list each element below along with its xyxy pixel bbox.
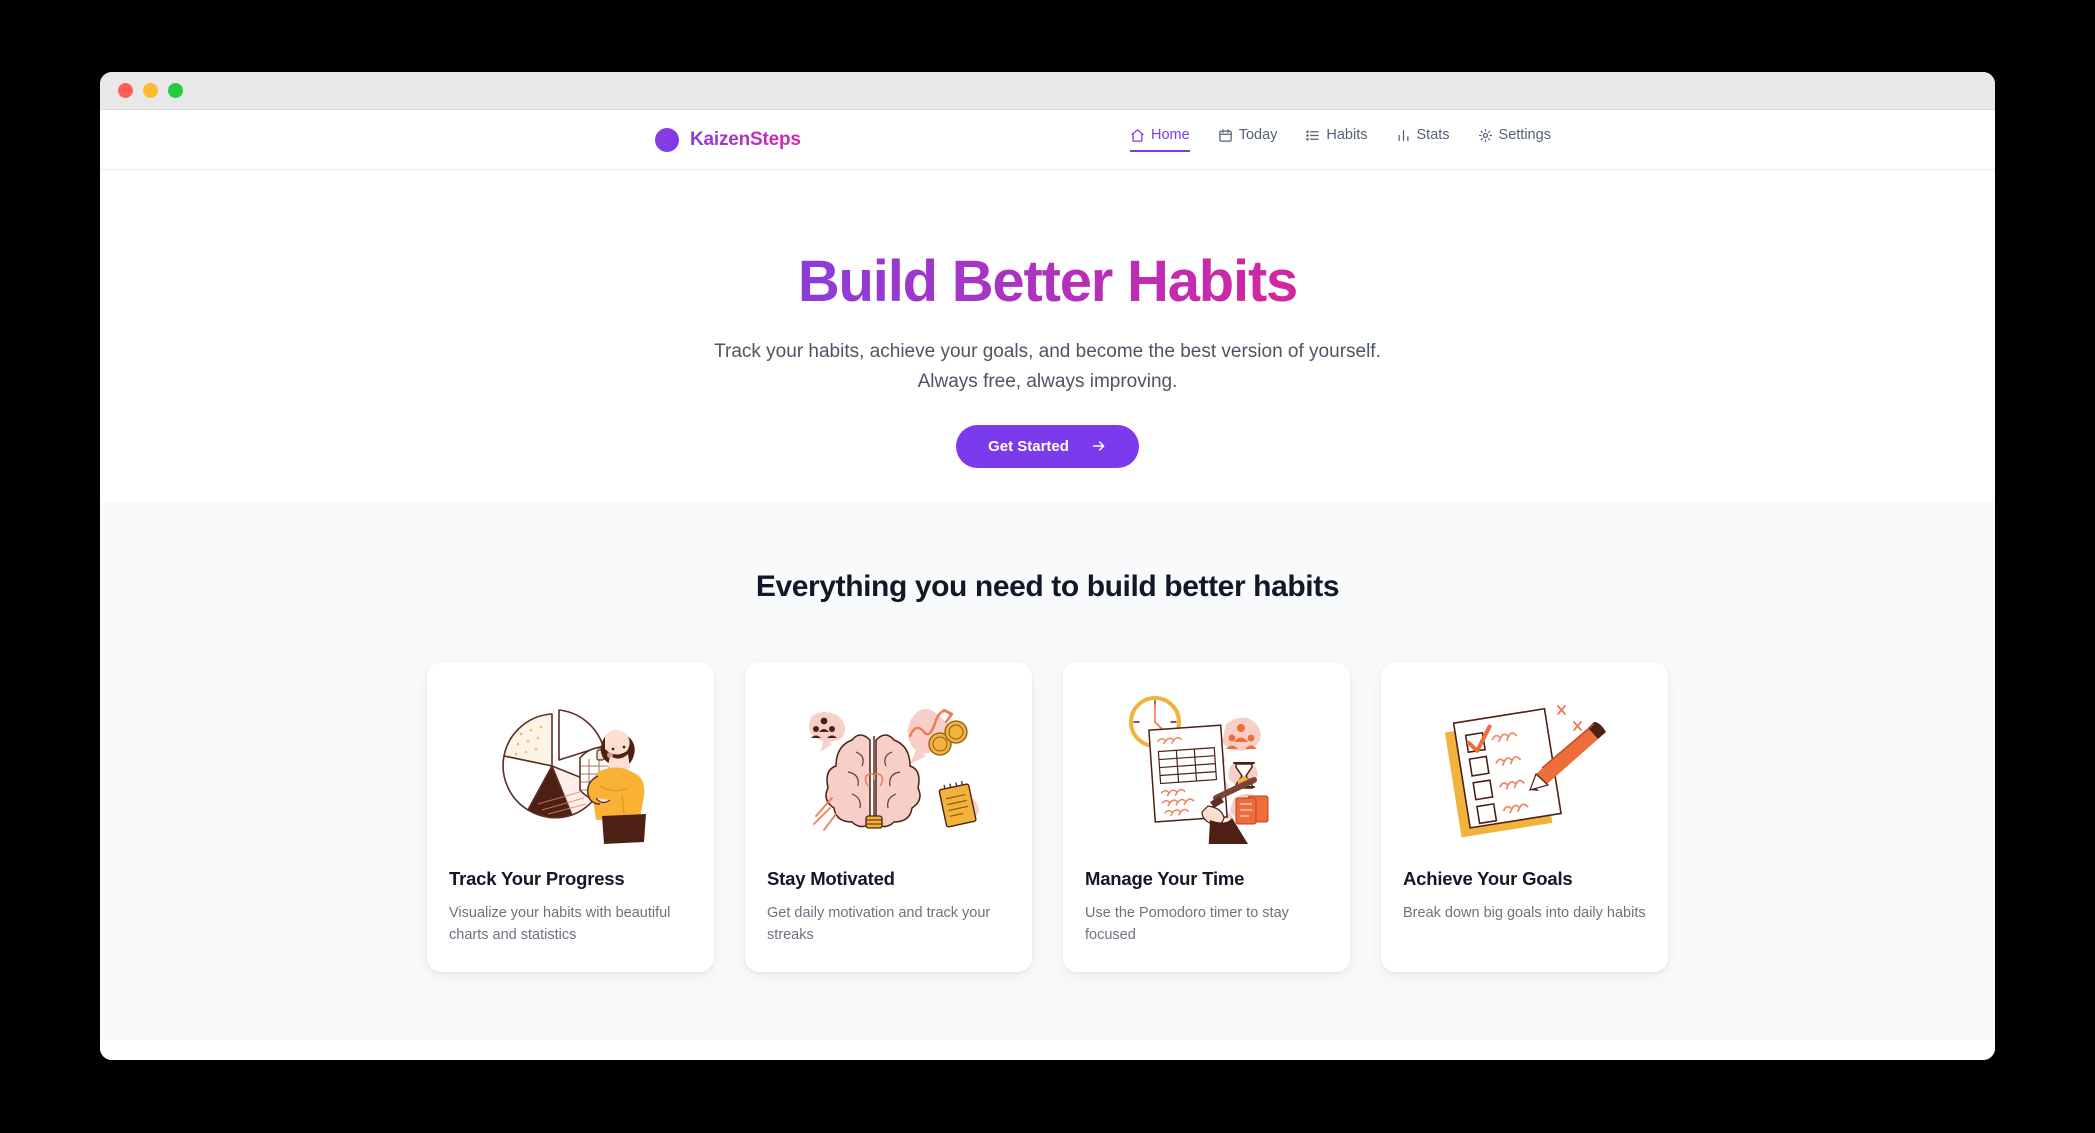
home-icon bbox=[1130, 128, 1145, 143]
feature-card-track-progress[interactable]: Track Your Progress Visualize your habit… bbox=[427, 662, 714, 972]
feature-card-title: Stay Motivated bbox=[767, 868, 895, 889]
window-titlebar bbox=[100, 72, 1995, 110]
screen: KaizenSteps Home Today Habits Stats Sett… bbox=[0, 0, 2095, 1133]
nav-label-stats: Stats bbox=[1416, 127, 1450, 143]
feature-card-manage-time[interactable]: Manage Your Time Use the Pomodoro timer … bbox=[1063, 662, 1350, 972]
nav-label-habits: Habits bbox=[1326, 127, 1368, 143]
bar-chart-icon bbox=[1396, 128, 1411, 143]
nav-label-today: Today bbox=[1238, 127, 1278, 143]
feature-card-description: Visualize your habits with beautiful cha… bbox=[449, 905, 671, 944]
nav-item-stats[interactable]: Stats bbox=[1396, 127, 1450, 152]
nav-label-settings: Settings bbox=[1498, 127, 1551, 143]
maximize-window-button[interactable] bbox=[168, 83, 183, 98]
pie-chart-person-illustration bbox=[449, 684, 692, 854]
close-window-button[interactable] bbox=[118, 83, 133, 98]
brain-motivation-illustration bbox=[767, 684, 1010, 854]
checklist-pencil-illustration bbox=[1403, 684, 1646, 854]
get-started-label: Get Started bbox=[988, 437, 1069, 455]
get-started-button[interactable]: Get Started bbox=[956, 424, 1139, 468]
main-nav: Home Today Habits Stats Settings bbox=[1130, 127, 1551, 152]
nav-item-settings[interactable]: Settings bbox=[1478, 127, 1551, 152]
feature-card-title: Track Your Progress bbox=[449, 868, 625, 889]
page-title: Build Better Habits bbox=[797, 249, 1298, 314]
nav-item-today[interactable]: Today bbox=[1218, 127, 1278, 152]
calendar-icon bbox=[1218, 128, 1233, 143]
feature-card-stay-motivated[interactable]: Stay Motivated Get daily motivation and … bbox=[745, 662, 1032, 972]
list-icon bbox=[1305, 128, 1320, 143]
nav-label-home: Home bbox=[1151, 127, 1190, 143]
feature-card-description: Get daily motivation and track your stre… bbox=[767, 905, 991, 944]
hero-subtitle-line1: Track your habits, achieve your goals, a… bbox=[714, 340, 1381, 362]
arrow-right-icon bbox=[1091, 438, 1107, 454]
feature-card-description: Break down big goals into daily habits bbox=[1403, 905, 1646, 921]
page-footer-strip bbox=[100, 1040, 1995, 1060]
feature-card-list: Track Your Progress Visualize your habit… bbox=[100, 662, 1995, 972]
feature-card-achieve-goals[interactable]: Achieve Your Goals Break down big goals … bbox=[1381, 662, 1668, 972]
gear-icon bbox=[1478, 128, 1493, 143]
hero-section: Build Better Habits Track your habits, a… bbox=[100, 170, 1995, 502]
circle-logo-icon bbox=[655, 127, 679, 152]
nav-item-home[interactable]: Home bbox=[1130, 127, 1190, 152]
brand-logo[interactable]: KaizenSteps bbox=[655, 127, 801, 152]
features-section: Everything you need to build better habi… bbox=[100, 502, 1995, 1040]
browser-window: KaizenSteps Home Today Habits Stats Sett… bbox=[100, 72, 1995, 1060]
nav-item-habits[interactable]: Habits bbox=[1305, 127, 1368, 152]
hero-subtitle: Track your habits, achieve your goals, a… bbox=[714, 337, 1381, 397]
hero-subtitle-line2: Always free, always improving. bbox=[917, 370, 1178, 392]
feature-card-title: Manage Your Time bbox=[1085, 868, 1245, 889]
brand-name: KaizenSteps bbox=[690, 128, 801, 150]
clock-schedule-illustration bbox=[1085, 684, 1328, 854]
features-heading: Everything you need to build better habi… bbox=[755, 570, 1340, 603]
page-viewport: KaizenSteps Home Today Habits Stats Sett… bbox=[100, 110, 1995, 1060]
app-header: KaizenSteps Home Today Habits Stats Sett… bbox=[100, 110, 1995, 170]
feature-card-title: Achieve Your Goals bbox=[1403, 868, 1573, 889]
minimize-window-button[interactable] bbox=[143, 83, 158, 98]
feature-card-description: Use the Pomodoro timer to stay focused bbox=[1085, 905, 1289, 944]
